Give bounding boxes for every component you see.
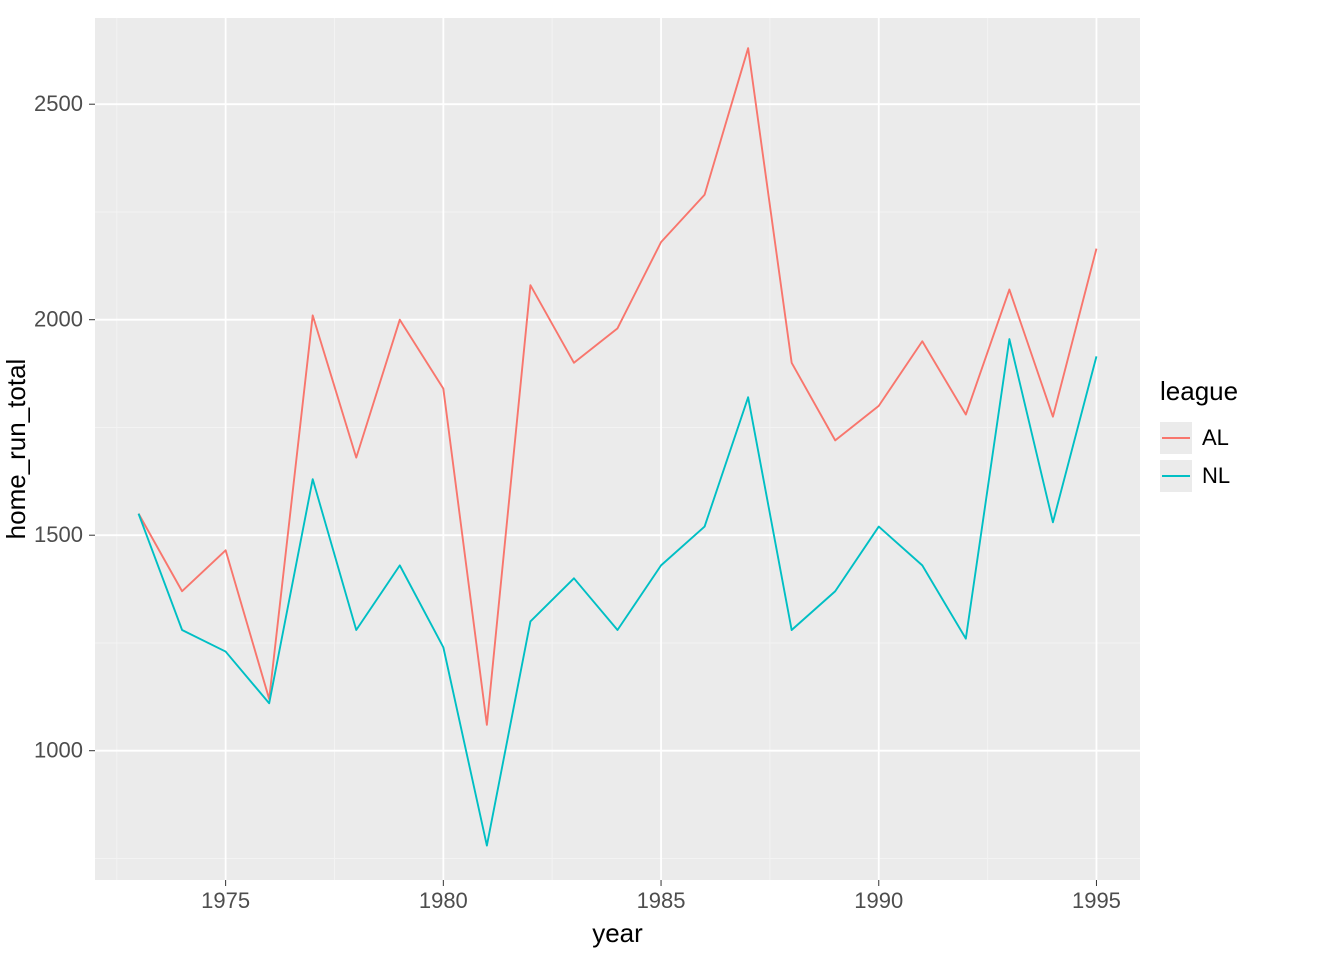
x-tick-label: 1980 (419, 888, 468, 913)
x-tick-label: 1990 (854, 888, 903, 913)
legend-label: AL (1202, 425, 1229, 450)
x-tick-label: 1995 (1072, 888, 1121, 913)
x-tick-label: 1985 (637, 888, 686, 913)
line-chart: 1975 1980 1985 1990 1995 1000 1500 2000 2500 year… (0, 0, 1344, 960)
legend-label: NL (1202, 463, 1230, 488)
x-tick-label: 1975 (201, 888, 250, 913)
y-tick-label: 1500 (34, 522, 83, 547)
y-tick-label: 1000 (34, 738, 83, 763)
legend-title: league (1160, 376, 1238, 406)
y-tick-label: 2000 (34, 307, 83, 332)
chart-container: 1975 1980 1985 1990 1995 1000 1500 2000 2500 year… (0, 0, 1344, 960)
y-tick-label: 2500 (34, 91, 83, 116)
y-axis-title: home_run_total (1, 359, 31, 540)
x-axis-title: year (592, 918, 643, 948)
